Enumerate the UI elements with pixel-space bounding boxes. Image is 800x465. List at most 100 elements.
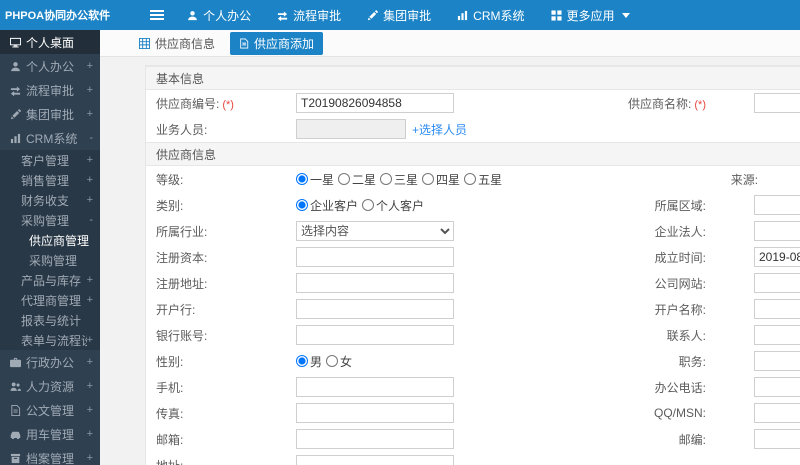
sidebar-item[interactable]: 供应商管理	[0, 230, 100, 250]
sidebar-item[interactable]: 表单与流程设置+	[0, 330, 100, 350]
supplier-name-input[interactable]	[754, 93, 800, 113]
sidebar-item[interactable]: CRM系统 -	[0, 126, 100, 150]
field-control	[296, 273, 454, 293]
sidebar-item[interactable]: 报表与统计	[0, 310, 100, 330]
expand-toggle-icon[interactable]: +	[87, 294, 100, 306]
sidebar-item[interactable]: 用车管理 +	[0, 422, 100, 446]
field-control	[296, 377, 454, 397]
level-radio[interactable]	[296, 173, 308, 185]
sidebar-item[interactable]: 产品与库存 +	[0, 270, 100, 290]
sidebar-item-label: 供应商管理	[29, 233, 90, 248]
apps-icon	[550, 9, 562, 21]
sidebar-item[interactable]: 个人桌面	[0, 30, 100, 54]
tab-supplier-add[interactable]: 供应商添加	[230, 31, 324, 55]
expand-toggle-icon[interactable]: +	[87, 60, 100, 72]
registered-address-input[interactable]	[296, 273, 454, 293]
gender-radio-option[interactable]: 女	[326, 353, 352, 370]
expand-toggle-icon[interactable]: +	[87, 428, 100, 440]
expand-toggle-icon[interactable]: +	[87, 194, 100, 206]
sidebar-item[interactable]: 行政办公 +	[0, 350, 100, 374]
doc-icon	[10, 404, 21, 416]
expand-toggle-icon[interactable]: +	[87, 108, 100, 120]
sidebar-item[interactable]: 人力资源 +	[0, 374, 100, 398]
registered-capital-input[interactable]	[296, 247, 454, 267]
gender-radio-option[interactable]: 男	[296, 353, 322, 370]
sidebar-item-label: 客户管理	[21, 153, 70, 168]
field-control	[754, 429, 800, 449]
nav-process-approval[interactable]: 流程审批	[264, 0, 354, 30]
mobile-input[interactable]	[296, 377, 454, 397]
legal-person-input[interactable]	[754, 221, 800, 241]
postcode-input[interactable]	[754, 429, 800, 449]
gender-radio[interactable]	[326, 355, 339, 367]
expand-toggle-icon[interactable]: +	[87, 154, 100, 166]
contact-input[interactable]	[754, 325, 800, 345]
expand-toggle-icon[interactable]: -	[89, 214, 100, 226]
company-website-input[interactable]	[754, 273, 800, 293]
address-input[interactable]	[296, 455, 454, 465]
expand-toggle-icon[interactable]: +	[87, 380, 100, 392]
sidebar-item[interactable]: 集团审批 +	[0, 102, 100, 126]
level-radio-option[interactable]: 五星	[464, 171, 502, 188]
level-radio[interactable]	[464, 173, 477, 185]
founded-time-input[interactable]	[754, 247, 800, 267]
sidebar-item[interactable]: 采购管理	[0, 250, 100, 270]
nav-crm-system[interactable]: CRM系统	[444, 0, 537, 30]
sidebar-item[interactable]: 个人办公 +	[0, 54, 100, 78]
gender-radio[interactable]	[296, 355, 308, 367]
flow-icon	[277, 10, 288, 21]
expand-toggle-icon[interactable]: +	[87, 274, 100, 286]
qq-msn-input[interactable]	[754, 403, 800, 423]
email-input[interactable]	[296, 429, 454, 449]
position-input[interactable]	[754, 351, 800, 371]
expand-toggle-icon[interactable]: +	[87, 404, 100, 416]
level-radio-option[interactable]: 一星	[296, 171, 334, 188]
nav-more-apps[interactable]: 更多应用	[538, 0, 643, 30]
level-radio[interactable]	[338, 173, 351, 185]
level-radio[interactable]	[380, 173, 393, 185]
sidebar-item[interactable]: 销售管理 +	[0, 170, 100, 190]
field-control	[754, 403, 800, 423]
expand-toggle-icon[interactable]: +	[87, 174, 100, 186]
bank-account-input[interactable]	[296, 325, 454, 345]
level-radio[interactable]	[422, 173, 435, 185]
sidebar-item[interactable]: 公文管理 +	[0, 398, 100, 422]
nav-group-approval[interactable]: 集团审批	[354, 0, 444, 30]
sidebar-item[interactable]: 流程审批 +	[0, 78, 100, 102]
sidebar-item[interactable]: 代理商管理 +	[0, 290, 100, 310]
expand-toggle-icon[interactable]: +	[87, 356, 100, 368]
tab-supplier-info[interactable]: 供应商信息	[130, 32, 224, 55]
category-radio-option[interactable]: 个人客户	[362, 197, 424, 214]
app-logo[interactable]: PHPOA协同办公软件	[0, 7, 110, 23]
supplier-code-input[interactable]	[296, 93, 454, 113]
sidebar-item[interactable]: 档案管理 +	[0, 446, 100, 465]
sidebar-item[interactable]: 采购管理 -	[0, 210, 100, 230]
sidebar-item-label: 采购管理	[29, 253, 78, 268]
level-radio-option[interactable]: 二星	[338, 171, 376, 188]
bank-input[interactable]	[296, 299, 454, 319]
office-phone-input[interactable]	[754, 377, 800, 397]
field-label: 职务:	[454, 353, 754, 370]
radio-label: 一星	[310, 172, 335, 187]
choose-person-link[interactable]: +选择人员	[412, 121, 467, 138]
expand-toggle-icon[interactable]: +	[87, 334, 100, 346]
sidebar-item[interactable]: 财务收支 +	[0, 190, 100, 210]
industry-select[interactable]: 选择内容	[296, 221, 454, 241]
radio-label: 五星	[478, 172, 503, 187]
category-radio[interactable]	[362, 199, 375, 211]
fax-input[interactable]	[296, 403, 454, 423]
expand-toggle-icon[interactable]: -	[89, 132, 100, 144]
region-input[interactable]	[754, 195, 800, 215]
sidebar-item[interactable]: 客户管理 +	[0, 150, 100, 170]
expand-toggle-icon[interactable]: +	[87, 84, 100, 96]
category-radio-option[interactable]: 企业客户	[296, 197, 358, 214]
account-name-input[interactable]	[754, 299, 800, 319]
level-radio-option[interactable]: 四星	[422, 171, 460, 188]
field-label-text: 供应商名称:	[628, 96, 692, 111]
business-person-input[interactable]	[296, 119, 406, 139]
category-radio[interactable]	[296, 199, 308, 211]
menu-toggle-icon[interactable]	[140, 9, 174, 21]
nav-personal-office[interactable]: 个人办公	[174, 0, 264, 30]
expand-toggle-icon[interactable]: +	[87, 452, 100, 464]
level-radio-option[interactable]: 三星	[380, 171, 418, 188]
